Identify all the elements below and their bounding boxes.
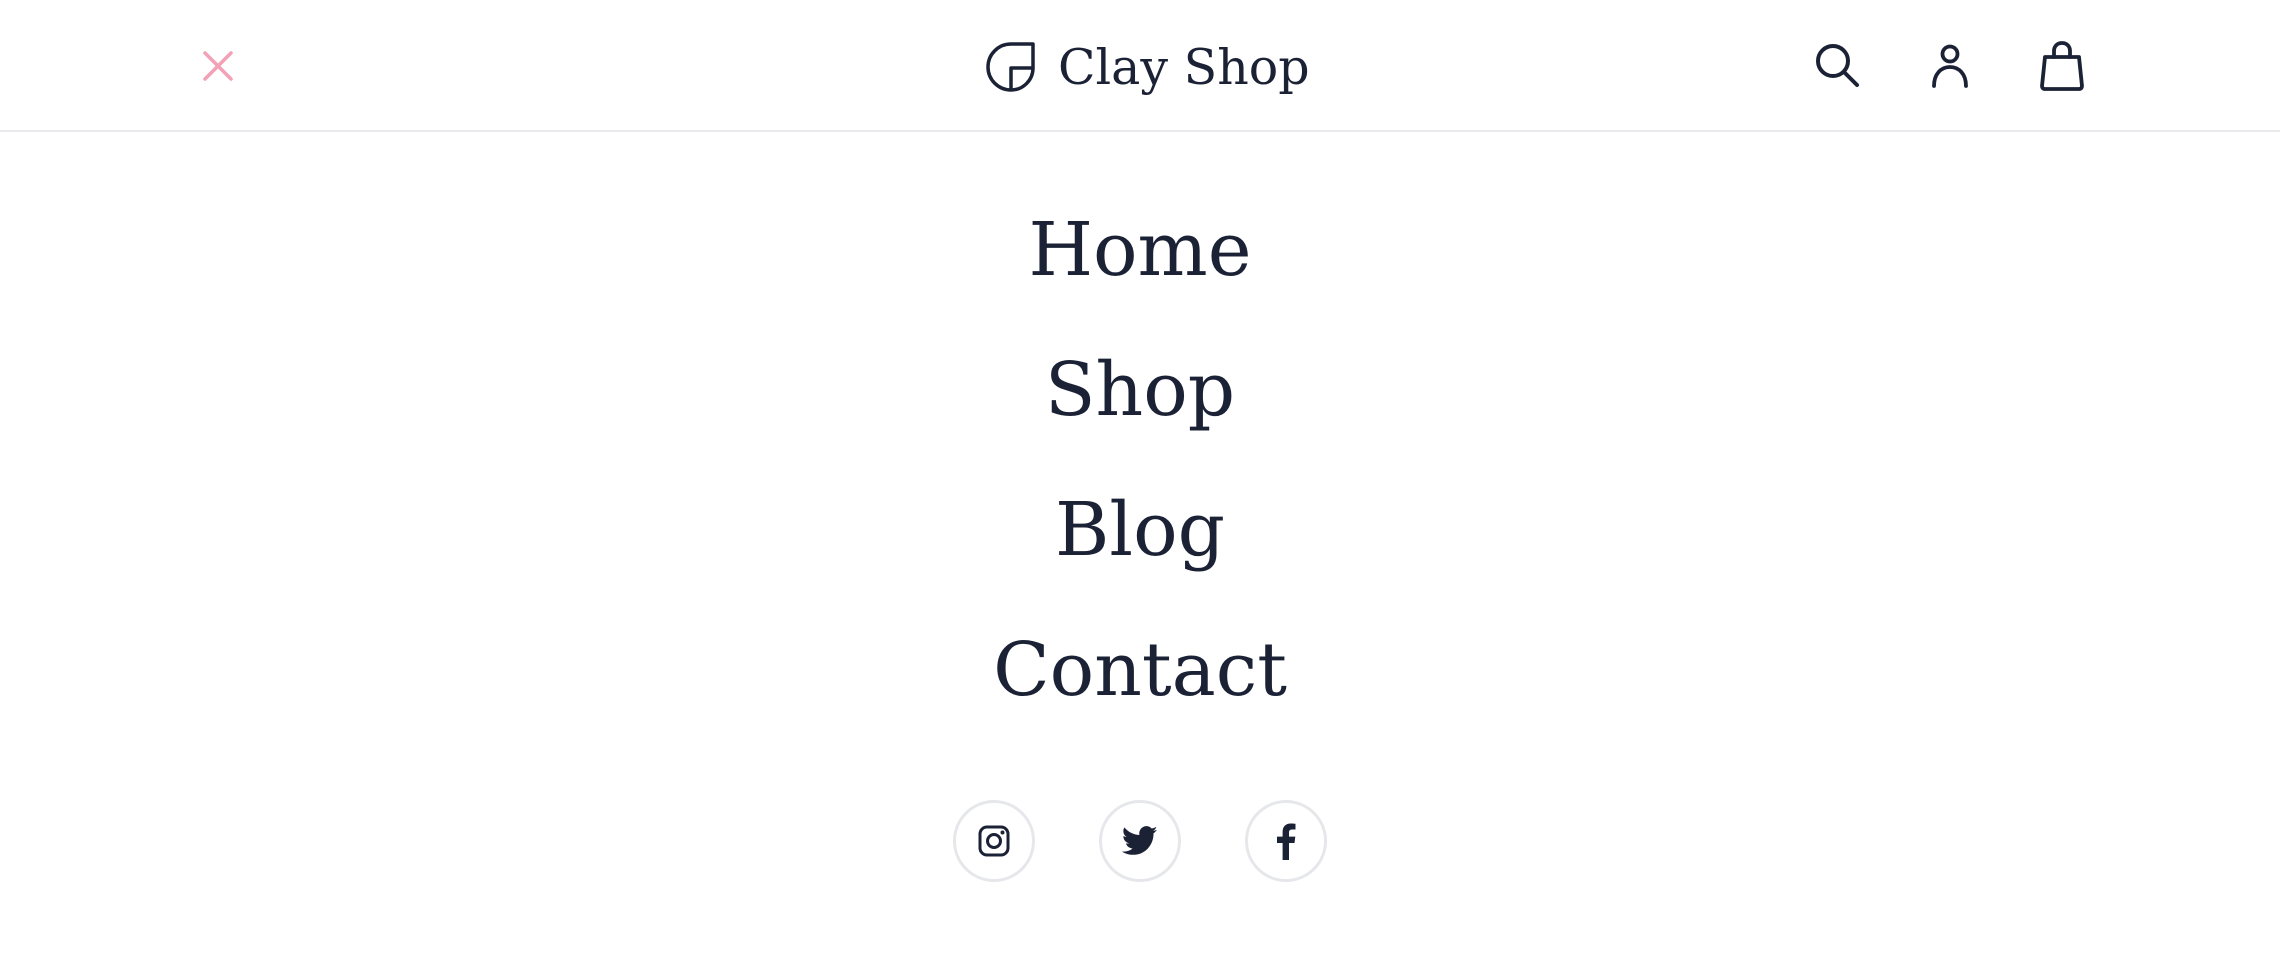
brand-logo-icon xyxy=(986,42,1035,92)
close-icon xyxy=(203,51,233,81)
menu-item-contact[interactable]: Contact xyxy=(993,600,1287,740)
search-button[interactable] xyxy=(1808,36,1868,96)
account-button[interactable] xyxy=(1920,36,1980,96)
menu-item-blog[interactable]: Blog xyxy=(1055,460,1225,600)
twitter-icon xyxy=(1122,826,1158,855)
user-icon xyxy=(1932,44,1968,88)
site-header: Clay Shop xyxy=(0,0,2280,132)
twitter-link[interactable] xyxy=(1099,800,1181,882)
brand-name: Clay Shop xyxy=(1058,38,1310,96)
menu-item-shop[interactable]: Shop xyxy=(1045,320,1235,460)
instagram-link[interactable] xyxy=(953,800,1035,882)
search-icon xyxy=(1816,44,1859,87)
close-menu-button[interactable] xyxy=(196,44,240,88)
facebook-link[interactable] xyxy=(1245,800,1327,882)
social-links xyxy=(0,800,2280,882)
cart-button[interactable] xyxy=(2032,36,2092,96)
main-menu: Home Shop Blog Contact xyxy=(0,180,2280,740)
brand-link[interactable]: Clay Shop xyxy=(986,38,1310,96)
shopping-bag-icon xyxy=(2040,41,2084,91)
instagram-icon xyxy=(978,825,1010,857)
facebook-icon xyxy=(1277,823,1296,860)
menu-item-home[interactable]: Home xyxy=(1028,180,1251,320)
